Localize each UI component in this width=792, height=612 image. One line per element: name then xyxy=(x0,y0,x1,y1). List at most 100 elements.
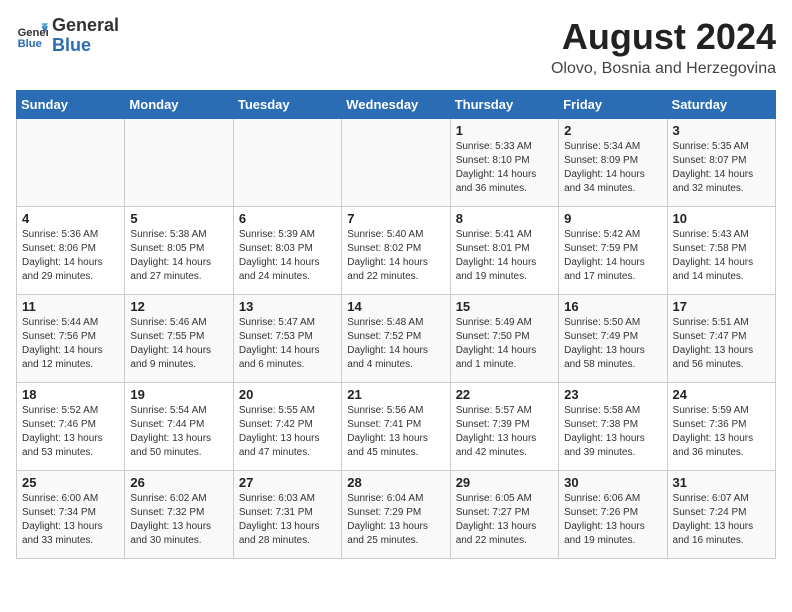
cell-content: Sunrise: 5:44 AM Sunset: 7:56 PM Dayligh… xyxy=(22,316,119,372)
cell-content: Sunrise: 5:47 AM Sunset: 7:53 PM Dayligh… xyxy=(239,316,336,372)
calendar-cell: 15 Sunrise: 5:49 AM Sunset: 7:50 PM Dayli… xyxy=(450,295,558,383)
day-number: 24 xyxy=(673,387,770,402)
cell-content: Sunrise: 5:59 AM Sunset: 7:36 PM Dayligh… xyxy=(673,404,770,460)
calendar-cell xyxy=(125,119,233,207)
day-number: 29 xyxy=(456,475,553,490)
calendar-cell: 16Sunrise: 5:50 AM Sunset: 7:49 PM Dayli… xyxy=(559,295,667,383)
day-number: 19 xyxy=(130,387,227,402)
calendar-cell: 31 Sunrise: 6:07 AM Sunset: 7:24 PM Dayli… xyxy=(667,471,775,559)
calendar-cell: 28Sunrise: 6:04 AM Sunset: 7:29 PM Dayli… xyxy=(342,471,450,559)
cell-content: Sunrise: 5:43 AM Sunset: 7:58 PM Dayligh… xyxy=(673,228,770,284)
cell-content: Sunrise: 5:54 AM Sunset: 7:44 PM Dayligh… xyxy=(130,404,227,460)
day-number: 5 xyxy=(130,211,227,226)
day-number: 13 xyxy=(239,299,336,314)
calendar-cell: 24 Sunrise: 5:59 AM Sunset: 7:36 PM Dayli… xyxy=(667,383,775,471)
cell-content: Sunrise: 5:57 AM Sunset: 7:39 PM Dayligh… xyxy=(456,404,553,460)
calendar-cell: 8 Sunrise: 5:41 AM Sunset: 8:01 PM Daylig… xyxy=(450,207,558,295)
page-header: General Blue General Blue August 2024 Ol… xyxy=(16,16,776,78)
day-number: 7 xyxy=(347,211,444,226)
calendar-cell: 4 Sunrise: 5:36 AM Sunset: 8:06 PM Daylig… xyxy=(17,207,125,295)
calendar-cell: 6 Sunrise: 5:39 AM Sunset: 8:03 PM Daylig… xyxy=(233,207,341,295)
calendar-cell: 2 Sunrise: 5:34 AM Sunset: 8:09 PM Daylig… xyxy=(559,119,667,207)
week-row-5: 25Sunrise: 6:00 AM Sunset: 7:34 PM Dayli… xyxy=(17,471,776,559)
header-sunday: Sunday xyxy=(17,91,125,119)
cell-content: Sunrise: 5:51 AM Sunset: 7:47 PM Dayligh… xyxy=(673,316,770,372)
day-number: 11 xyxy=(22,299,119,314)
day-number: 28 xyxy=(347,475,444,490)
cell-content: Sunrise: 5:55 AM Sunset: 7:42 PM Dayligh… xyxy=(239,404,336,460)
day-number: 31 xyxy=(673,475,770,490)
cell-content: Sunrise: 5:49 AM Sunset: 7:50 PM Dayligh… xyxy=(456,316,553,372)
day-number: 4 xyxy=(22,211,119,226)
week-row-4: 18Sunrise: 5:52 AM Sunset: 7:46 PM Dayli… xyxy=(17,383,776,471)
day-number: 1 xyxy=(456,123,553,138)
cell-content: Sunrise: 5:42 AM Sunset: 7:59 PM Dayligh… xyxy=(564,228,661,284)
cell-content: Sunrise: 6:07 AM Sunset: 7:24 PM Dayligh… xyxy=(673,492,770,548)
week-row-1: 1 Sunrise: 5:33 AM Sunset: 8:10 PM Daylig… xyxy=(17,119,776,207)
cell-content: Sunrise: 5:58 AM Sunset: 7:38 PM Dayligh… xyxy=(564,404,661,460)
calendar-cell: 13 Sunrise: 5:47 AM Sunset: 7:53 PM Dayli… xyxy=(233,295,341,383)
cell-content: Sunrise: 5:46 AM Sunset: 7:55 PM Dayligh… xyxy=(130,316,227,372)
cell-content: Sunrise: 6:06 AM Sunset: 7:26 PM Dayligh… xyxy=(564,492,661,548)
logo-blue: Blue xyxy=(52,36,119,56)
day-number: 8 xyxy=(456,211,553,226)
day-number: 6 xyxy=(239,211,336,226)
day-number: 20 xyxy=(239,387,336,402)
calendar-cell: 14 Sunrise: 5:48 AM Sunset: 7:52 PM Dayli… xyxy=(342,295,450,383)
calendar-cell: 11 Sunrise: 5:44 AM Sunset: 7:56 PM Dayli… xyxy=(17,295,125,383)
calendar-cell: 12Sunrise: 5:46 AM Sunset: 7:55 PM Dayli… xyxy=(125,295,233,383)
cell-content: Sunrise: 5:35 AM Sunset: 8:07 PM Dayligh… xyxy=(673,140,770,196)
day-number: 15 xyxy=(456,299,553,314)
cell-content: Sunrise: 5:33 AM Sunset: 8:10 PM Dayligh… xyxy=(456,140,553,196)
day-number: 2 xyxy=(564,123,661,138)
header-saturday: Saturday xyxy=(667,91,775,119)
month-year-title: August 2024 xyxy=(551,16,776,58)
cell-content: Sunrise: 6:00 AM Sunset: 7:34 PM Dayligh… xyxy=(22,492,119,548)
cell-content: Sunrise: 5:39 AM Sunset: 8:03 PM Dayligh… xyxy=(239,228,336,284)
logo: General Blue General Blue xyxy=(16,16,119,56)
cell-content: Sunrise: 5:48 AM Sunset: 7:52 PM Dayligh… xyxy=(347,316,444,372)
calendar-table: SundayMondayTuesdayWednesdayThursdayFrid… xyxy=(16,90,776,559)
calendar-cell: 1 Sunrise: 5:33 AM Sunset: 8:10 PM Daylig… xyxy=(450,119,558,207)
cell-content: Sunrise: 5:52 AM Sunset: 7:46 PM Dayligh… xyxy=(22,404,119,460)
calendar-header-row: SundayMondayTuesdayWednesdayThursdayFrid… xyxy=(17,91,776,119)
day-number: 3 xyxy=(673,123,770,138)
calendar-cell: 22Sunrise: 5:57 AM Sunset: 7:39 PM Dayli… xyxy=(450,383,558,471)
calendar-cell xyxy=(233,119,341,207)
cell-content: Sunrise: 6:03 AM Sunset: 7:31 PM Dayligh… xyxy=(239,492,336,548)
day-number: 9 xyxy=(564,211,661,226)
header-friday: Friday xyxy=(559,91,667,119)
calendar-cell: 26Sunrise: 6:02 AM Sunset: 7:32 PM Dayli… xyxy=(125,471,233,559)
day-number: 10 xyxy=(673,211,770,226)
location-subtitle: Olovo, Bosnia and Herzegovina xyxy=(551,60,776,78)
cell-content: Sunrise: 5:41 AM Sunset: 8:01 PM Dayligh… xyxy=(456,228,553,284)
day-number: 30 xyxy=(564,475,661,490)
calendar-cell xyxy=(342,119,450,207)
calendar-cell: 3 Sunrise: 5:35 AM Sunset: 8:07 PM Daylig… xyxy=(667,119,775,207)
header-tuesday: Tuesday xyxy=(233,91,341,119)
calendar-cell: 18Sunrise: 5:52 AM Sunset: 7:46 PM Dayli… xyxy=(17,383,125,471)
cell-content: Sunrise: 5:40 AM Sunset: 8:02 PM Dayligh… xyxy=(347,228,444,284)
header-thursday: Thursday xyxy=(450,91,558,119)
week-row-3: 11 Sunrise: 5:44 AM Sunset: 7:56 PM Dayli… xyxy=(17,295,776,383)
calendar-cell: 19 Sunrise: 5:54 AM Sunset: 7:44 PM Dayli… xyxy=(125,383,233,471)
day-number: 16 xyxy=(564,299,661,314)
day-number: 21 xyxy=(347,387,444,402)
logo-icon: General Blue xyxy=(16,20,48,52)
day-number: 27 xyxy=(239,475,336,490)
cell-content: Sunrise: 6:05 AM Sunset: 7:27 PM Dayligh… xyxy=(456,492,553,548)
cell-content: Sunrise: 6:02 AM Sunset: 7:32 PM Dayligh… xyxy=(130,492,227,548)
cell-content: Sunrise: 5:36 AM Sunset: 8:06 PM Dayligh… xyxy=(22,228,119,284)
cell-content: Sunrise: 5:38 AM Sunset: 8:05 PM Dayligh… xyxy=(130,228,227,284)
cell-content: Sunrise: 5:34 AM Sunset: 8:09 PM Dayligh… xyxy=(564,140,661,196)
calendar-cell: 25Sunrise: 6:00 AM Sunset: 7:34 PM Dayli… xyxy=(17,471,125,559)
calendar-cell xyxy=(17,119,125,207)
calendar-cell: 10 Sunrise: 5:43 AM Sunset: 7:58 PM Dayli… xyxy=(667,207,775,295)
calendar-cell: 17Sunrise: 5:51 AM Sunset: 7:47 PM Dayli… xyxy=(667,295,775,383)
header-wednesday: Wednesday xyxy=(342,91,450,119)
calendar-cell: 27 Sunrise: 6:03 AM Sunset: 7:31 PM Dayli… xyxy=(233,471,341,559)
calendar-cell: 5 Sunrise: 5:38 AM Sunset: 8:05 PM Daylig… xyxy=(125,207,233,295)
day-number: 23 xyxy=(564,387,661,402)
day-number: 14 xyxy=(347,299,444,314)
cell-content: Sunrise: 5:56 AM Sunset: 7:41 PM Dayligh… xyxy=(347,404,444,460)
